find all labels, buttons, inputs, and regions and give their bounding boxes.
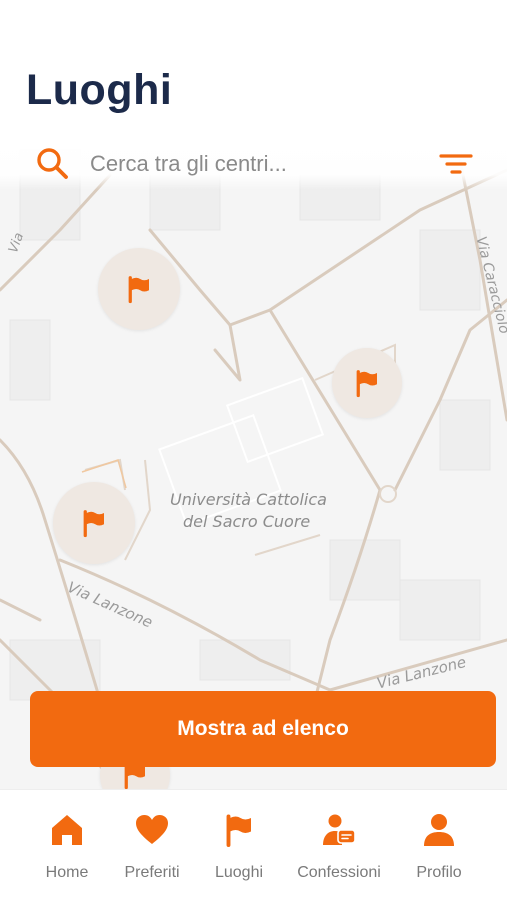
map-label-university: del Sacro Cuore [183, 512, 311, 531]
flag-icon [128, 276, 149, 304]
nav-label-home: Home [45, 864, 89, 881]
page-title: Luoghi [26, 66, 173, 114]
user-icon [424, 814, 454, 846]
nav-item-profilo[interactable]: Profilo [389, 812, 489, 892]
nav-label-preferiti: Preferiti [124, 864, 180, 881]
flag-icon [226, 814, 251, 847]
search-input[interactable] [90, 148, 410, 180]
filter-icon[interactable] [438, 150, 474, 180]
nav-item-confessioni[interactable]: Confessioni [289, 812, 389, 892]
confession-icon [323, 814, 356, 845]
map-marker[interactable] [332, 348, 402, 418]
map-label-university: Università Cattolica [170, 490, 327, 509]
map-marker[interactable] [98, 248, 180, 330]
search-bar [0, 140, 507, 190]
flag-icon [83, 510, 104, 538]
home-icon [52, 815, 82, 845]
nav-label-profilo: Profilo [416, 864, 462, 881]
nav-item-luoghi[interactable]: Luoghi [189, 812, 289, 892]
nav-item-preferiti[interactable]: Preferiti [102, 812, 202, 892]
show-list-button[interactable]: Mostra ad elenco [30, 691, 496, 767]
nav-label-luoghi: Luoghi [214, 864, 264, 881]
flag-icon [356, 370, 377, 398]
bottom-nav: Home Preferiti Luoghi Confessioni Profil… [0, 790, 507, 900]
header: Luoghi [0, 0, 507, 140]
search-icon[interactable] [35, 146, 69, 180]
heart-icon [136, 815, 168, 844]
map-marker[interactable] [53, 482, 135, 564]
nav-label-confessioni: Confessioni [297, 864, 381, 881]
